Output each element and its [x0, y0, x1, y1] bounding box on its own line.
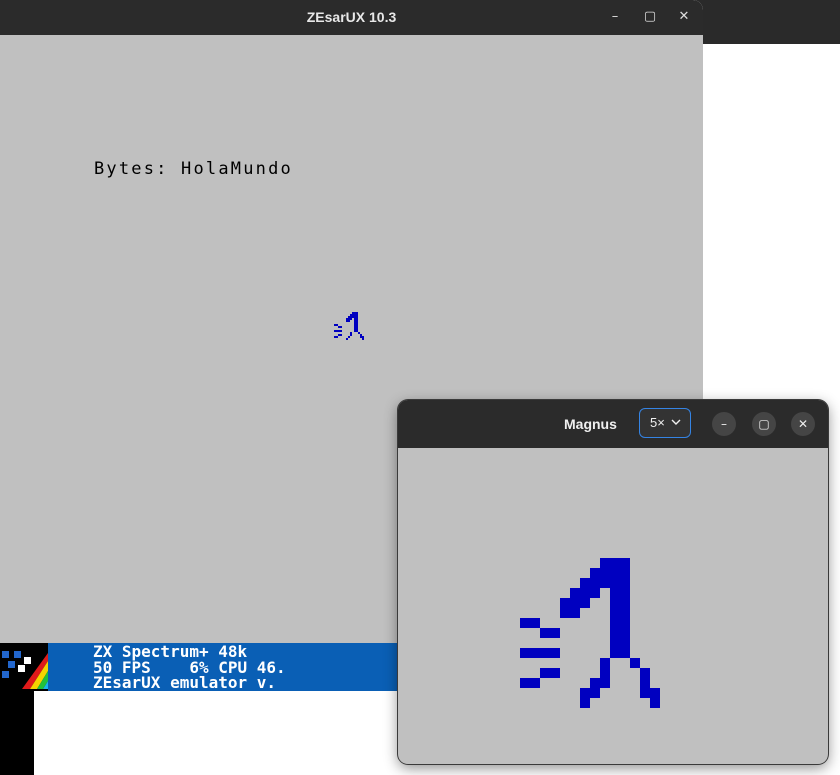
close-button[interactable]: ✕	[674, 8, 694, 26]
magnus-window: Magnus 5× – ▢ ✕	[398, 400, 828, 764]
close-button[interactable]: ✕	[791, 412, 815, 436]
footer-status-text: ZX Spectrum+ 48k 50 FPS 6% CPU 46. ZEsarUX…	[93, 644, 286, 691]
zoom-level-dropdown[interactable]: 5×	[639, 408, 691, 438]
magnus-title: Magnus	[564, 416, 617, 432]
magnified-view	[399, 448, 827, 763]
background-window-area	[0, 690, 34, 775]
magnus-titlebar[interactable]: Magnus 5× – ▢ ✕	[398, 400, 828, 448]
chevron-down-icon	[671, 419, 681, 425]
zesarux-titlebar[interactable]: ZEsarUX 10.3 – ▢ ✕	[0, 0, 703, 35]
footer-line-version: ZEsarUX emulator v.	[93, 673, 277, 691]
pixel-sprite-icon	[334, 312, 364, 340]
maximize-button[interactable]: ▢	[752, 412, 776, 436]
window-title: ZEsarUX 10.3	[306, 9, 397, 25]
maximize-button[interactable]: ▢	[640, 8, 660, 26]
magnified-sprite-icon	[520, 558, 660, 708]
zoom-level-value: 5×	[650, 415, 665, 430]
minimize-button[interactable]: –	[712, 412, 736, 436]
spectrum-logo-icon	[0, 643, 48, 691]
tape-loading-text: Bytes: HolaMundo	[94, 159, 293, 179]
minimize-button[interactable]: –	[605, 8, 625, 26]
background-window-titlebar	[690, 0, 840, 44]
